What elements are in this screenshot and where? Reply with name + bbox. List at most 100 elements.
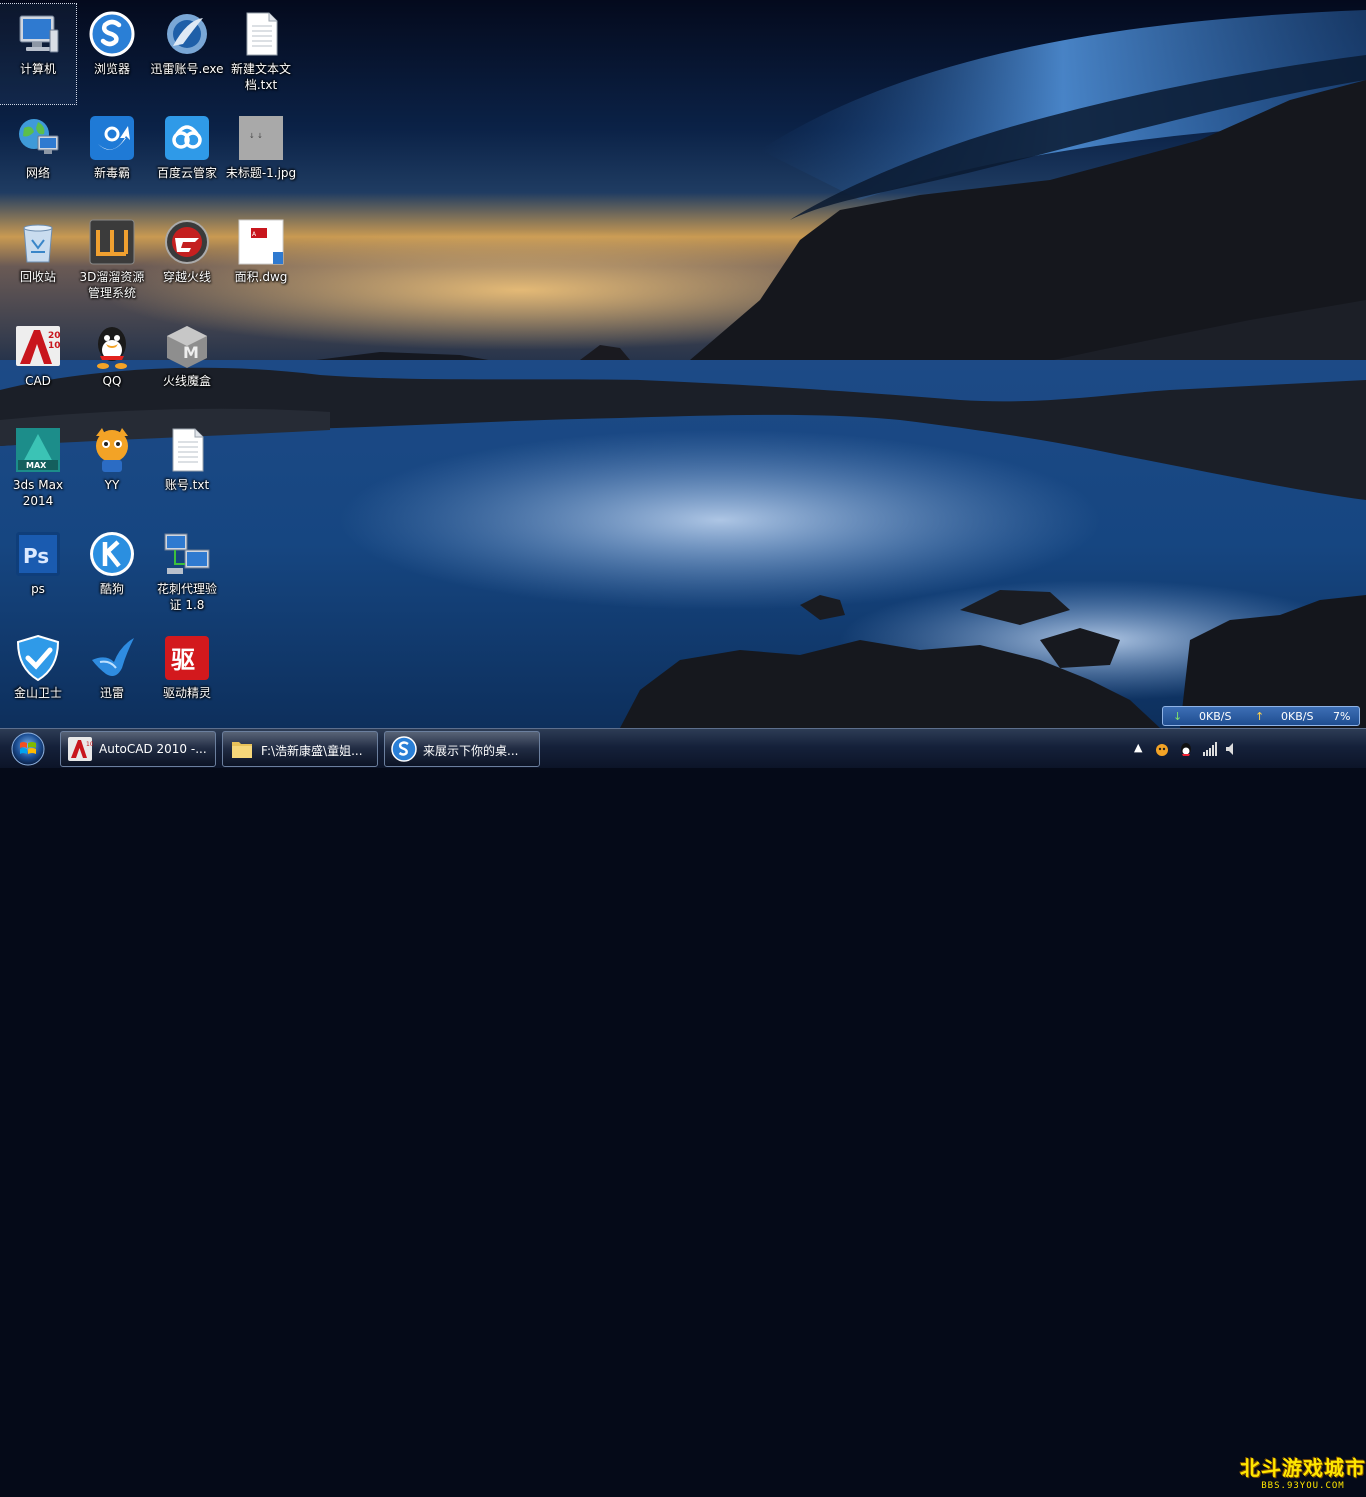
svg-text:驱: 驱 [171, 646, 195, 674]
taskbar-item-browser[interactable]: 来展示下你的桌... [384, 731, 540, 767]
desktop-icon[interactable]: 迅雷 [74, 628, 150, 728]
desktop-icon[interactable]: 20 10 CAD [0, 316, 76, 416]
desktop-icon-label: 穿越火线 [162, 270, 211, 284]
3d-liuliu-icon [88, 218, 136, 266]
recycle-bin-icon [14, 218, 62, 266]
desktop-icon[interactable]: 花刺代理验 证 1.8 [149, 524, 225, 624]
desktop-icon-label: YY [104, 478, 120, 492]
image-file-icon: ↓ ↓ [237, 114, 285, 162]
desktop-icon[interactable]: 计算机 [0, 3, 77, 105]
desktop-icon-label: 金山卫士 [13, 686, 62, 700]
driver-genius-icon: 驱 [163, 634, 211, 682]
network-icon [14, 114, 62, 162]
desktop-icon[interactable]: 3D溜溜资源 管理系统 [74, 212, 150, 312]
signal-strength-icon[interactable] [1202, 741, 1218, 757]
download-arrow-icon: ↓ [1173, 710, 1183, 723]
qq-icon [88, 322, 136, 370]
3dsmax-icon: MAX [14, 426, 62, 474]
autocad-icon: 20 10 [14, 322, 62, 370]
desktop-icon[interactable]: 新建文本文 档.txt [223, 4, 299, 104]
baidu-cloud-icon [163, 114, 211, 162]
dwg-file-icon: A [237, 218, 285, 266]
desktop-icon-label: 面积.dwg [234, 270, 288, 284]
autocad-icon: 10 [68, 737, 93, 761]
duba-icon [88, 114, 136, 162]
sogou-browser-icon [88, 10, 136, 58]
svg-text:MAX: MAX [26, 461, 47, 470]
crossfire-icon [163, 218, 211, 266]
desktop-icon[interactable]: 迅雷账号.exe [149, 4, 225, 104]
yy-tray-icon[interactable] [1154, 741, 1170, 757]
proxy-tool-icon [163, 530, 211, 578]
taskbar-item-label: 来展示下你的桌... [423, 744, 519, 758]
taskbar-item-label: F:\浩新康盛\童姐... [261, 744, 363, 758]
text-file-icon [163, 426, 211, 474]
site-watermark: 北斗游戏城市 BBS.93YOU.COM [1240, 1455, 1366, 1497]
sogou-browser-icon [391, 736, 417, 762]
desktop-icon[interactable]: 回收站 [0, 212, 76, 312]
svg-text:Ps: Ps [23, 544, 49, 568]
desktop-icon-label: 酷狗 [99, 582, 124, 596]
desktop-icon-label: QQ [102, 374, 122, 388]
svg-text:M: M [183, 343, 199, 362]
desktop-icon[interactable]: 穿越火线 [149, 212, 225, 312]
desktop-icon[interactable]: 金山卫士 [0, 628, 76, 728]
start-button[interactable] [6, 731, 50, 767]
folder-icon [232, 742, 252, 758]
desktop-icon-label: 新毒霸 [93, 166, 130, 180]
desktop-icon[interactable]: 账号.txt [149, 420, 225, 520]
taskbar-item-folder[interactable]: F:\浩新康盛\童姐... [222, 731, 378, 767]
taskbar-item-autocad[interactable]: 10 AutoCAD 2010 -... [60, 731, 216, 767]
desktop-icon-label: 迅雷账号.exe [150, 62, 224, 76]
desktop-icon[interactable]: 百度云管家 [149, 108, 225, 208]
show-hidden-icons-button[interactable]: ▲ [1134, 741, 1142, 754]
desktop-icon-label: 账号.txt [164, 478, 210, 492]
desktop-icon-label: 花刺代理验 证 1.8 [156, 582, 217, 612]
desktop-icon[interactable]: A 面积.dwg [223, 212, 299, 312]
desktop-icon-label: 3ds Max 2014 [12, 478, 64, 508]
desktop-icon-label: 计算机 [19, 62, 56, 76]
desktop-icon-label: 新建文本文 档.txt [230, 62, 291, 92]
desktop-icon[interactable]: Ps ps [0, 524, 76, 624]
desktop-icon-label: 未标题-1.jpg [225, 166, 297, 180]
desktop-icon-label: 百度云管家 [156, 166, 217, 180]
svg-text:↓ ↓: ↓ ↓ [249, 132, 263, 140]
text-file-icon [237, 10, 285, 58]
desktop-icon[interactable]: 驱驱动精灵 [149, 628, 225, 728]
desktop-icon[interactable]: 酷狗 [74, 524, 150, 624]
svg-text:10: 10 [86, 741, 93, 748]
network-speed-monitor[interactable]: ↓ 0KB/S ↑ 0KB/S 7% [1162, 706, 1360, 726]
desktop-icon-label: ps [31, 582, 45, 596]
upload-arrow-icon: ↑ [1255, 710, 1265, 723]
desktop-icon-label: 网络 [25, 166, 50, 180]
xunlei-exe-icon [163, 10, 211, 58]
kugou-icon [88, 530, 136, 578]
desktop-icon-label: 驱动精灵 [162, 686, 211, 700]
desktop-icon-label: 3D溜溜资源 管理系统 [79, 270, 145, 300]
desktop-icon[interactable]: QQ [74, 316, 150, 416]
desktop-icon[interactable]: M 火线魔盒 [149, 316, 225, 416]
taskbar-item-label: AutoCAD 2010 -... [99, 742, 207, 756]
watermark-title: 北斗游戏城市 [1240, 1456, 1366, 1480]
desktop-icon[interactable]: 浏览器 [74, 4, 150, 104]
desktop-icon[interactable]: ↓ ↓ 未标题-1.jpg [223, 108, 299, 208]
desktop-icon[interactable]: YY [74, 420, 150, 520]
windows-logo-icon [11, 732, 45, 766]
photoshop-icon: Ps [14, 530, 62, 578]
desktop-icon-label: 火线魔盒 [162, 374, 211, 388]
svg-text:20: 20 [48, 331, 61, 341]
desktop-icon-label: 浏览器 [93, 62, 130, 76]
mohe-icon: M [163, 322, 211, 370]
download-speed: 0KB/S [1199, 710, 1232, 723]
desktop-icon[interactable]: MAX 3ds Max 2014 [0, 420, 76, 520]
cpu-usage: 7% [1333, 710, 1351, 723]
desktop-icon[interactable]: 网络 [0, 108, 76, 208]
kingsoft-guard-icon [14, 634, 62, 682]
yy-icon [88, 426, 136, 474]
qq-tray-icon[interactable] [1178, 741, 1194, 757]
desktop-icon[interactable]: 新毒霸 [74, 108, 150, 208]
xunlei-icon [88, 634, 136, 682]
desktop-icon-label: CAD [25, 374, 51, 388]
volume-icon[interactable] [1224, 741, 1240, 757]
upload-speed: 0KB/S [1281, 710, 1314, 723]
